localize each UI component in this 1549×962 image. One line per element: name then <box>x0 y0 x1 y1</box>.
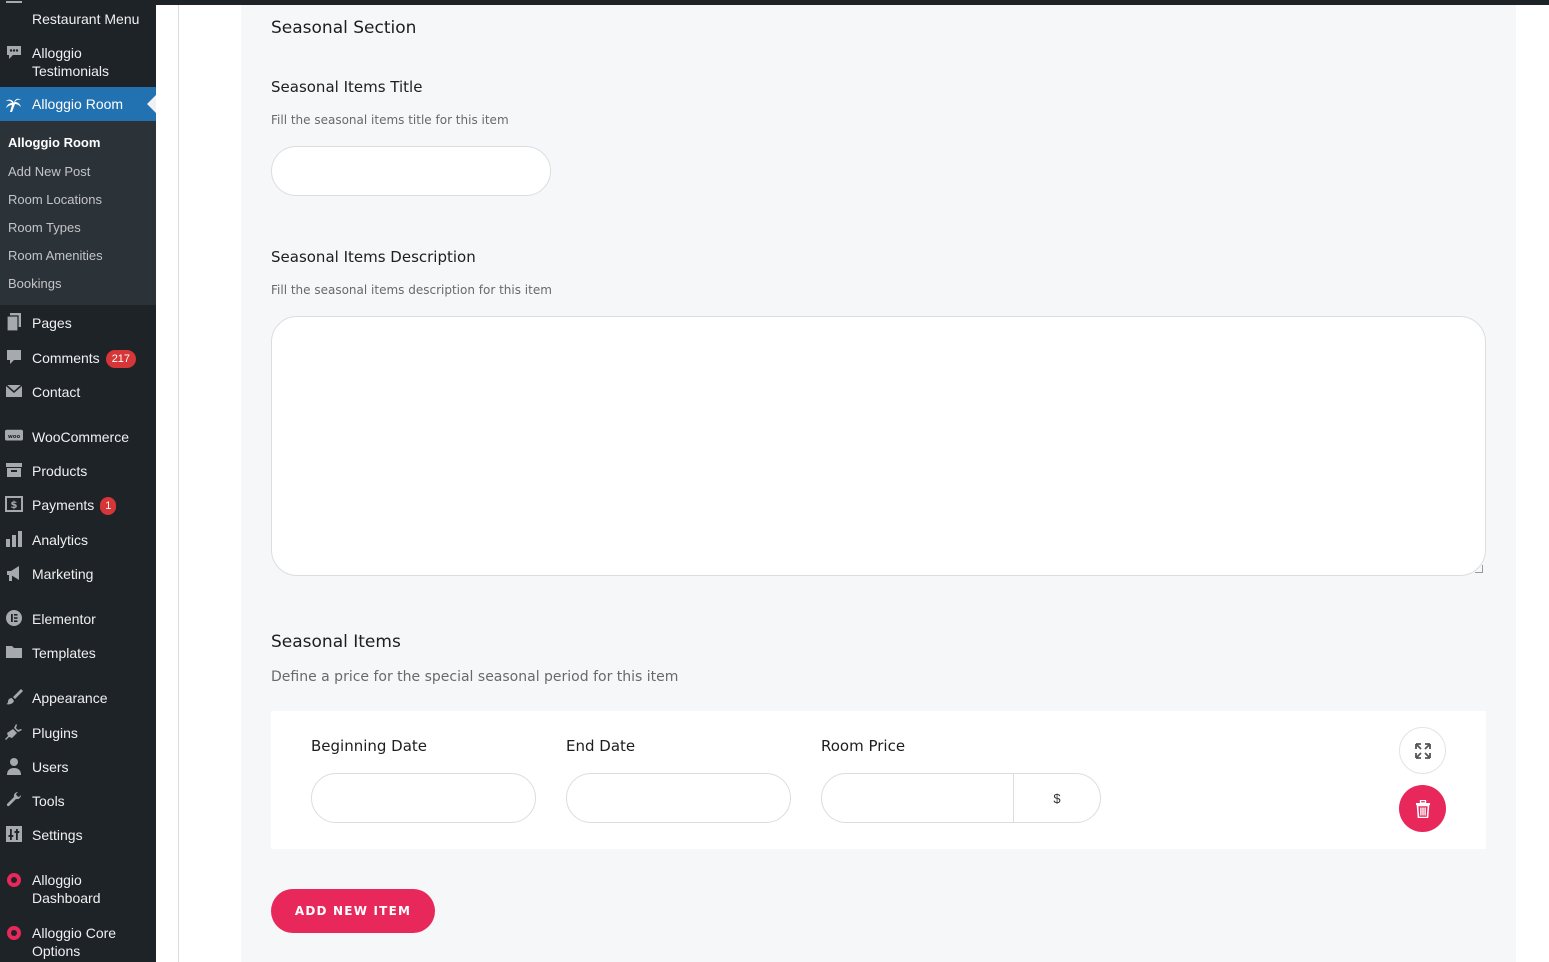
woocommerce-icon: woo <box>5 427 23 445</box>
sidebar-item-analytics[interactable]: Analytics <box>0 530 156 550</box>
admin-sidebar: Restaurant Menu Alloggio Testimonials Al… <box>0 0 156 962</box>
sidebar-item-alloggio-core-options[interactable]: Alloggio Core Options <box>0 923 156 962</box>
bar-chart-icon <box>5 530 23 548</box>
seasonal-description-label: Seasonal Items Description <box>271 248 476 266</box>
plugin-icon <box>5 723 23 741</box>
seasonal-description-help: Fill the seasonal items description for … <box>271 283 552 297</box>
svg-text:woo: woo <box>8 434 21 440</box>
sidebar-item-comments[interactable]: Comments 217 <box>0 347 156 368</box>
sidebar-item-payments[interactable]: $ Payments 1 <box>0 495 156 515</box>
delete-item-button[interactable] <box>1399 785 1446 832</box>
user-icon <box>5 757 23 775</box>
archive-icon <box>5 461 23 479</box>
svg-text:$: $ <box>11 500 18 511</box>
sidebar-item-elementor[interactable]: Elementor <box>0 609 156 629</box>
sidebar-item-woocommerce[interactable]: woo WooCommerce <box>0 427 156 447</box>
sidebar-item-alloggio-dashboard[interactable]: Alloggio Dashboard <box>0 870 156 910</box>
alloggio-logo-icon <box>5 924 23 942</box>
pages-icon <box>5 313 23 331</box>
megaphone-icon <box>5 564 23 582</box>
sidebar-item-appearance[interactable]: Appearance <box>0 688 156 708</box>
add-new-item-button[interactable]: ADD NEW ITEM <box>271 889 435 933</box>
expand-item-button[interactable] <box>1399 727 1446 774</box>
mail-icon <box>5 382 23 400</box>
sidebar-item-plugins[interactable]: Plugins <box>0 723 156 743</box>
submenu-item-add-new-post[interactable]: Add New Post <box>8 164 90 179</box>
sidebar-item-contact[interactable]: Contact <box>0 382 156 402</box>
submenu-item-room-locations[interactable]: Room Locations <box>8 192 102 207</box>
folder-icon <box>5 643 23 661</box>
payments-label: Payments <box>32 497 95 513</box>
room-price-input[interactable]: $ <box>821 773 1101 823</box>
sidebar-item-alloggio-testimonials[interactable]: Alloggio Testimonials <box>0 43 156 83</box>
end-date-label: End Date <box>566 737 636 755</box>
expand-icon <box>1414 742 1431 759</box>
settings-icon <box>5 825 23 843</box>
seasonal-title-input[interactable] <box>271 146 551 196</box>
submenu-item-room-types[interactable]: Room Types <box>8 220 81 235</box>
restaurant-menu-icon <box>5 0 23 14</box>
currency-suffix: $ <box>1013 774 1100 822</box>
room-price-label: Room Price <box>821 737 906 755</box>
sidebar-item-restaurant-menu[interactable]: Restaurant Menu <box>0 0 156 28</box>
dollar-icon: $ <box>5 495 23 513</box>
end-date-input[interactable] <box>566 773 791 823</box>
sidebar-item-pages[interactable]: Pages <box>0 313 156 333</box>
submenu-item-bookings[interactable]: Bookings <box>8 276 61 291</box>
sidebar-item-settings[interactable]: Settings <box>0 825 156 845</box>
section-title: Seasonal Section <box>271 18 417 38</box>
beginning-date-label: Beginning Date <box>311 737 428 755</box>
beginning-date-input[interactable] <box>311 773 536 823</box>
comments-label: Comments <box>32 350 100 366</box>
sidebar-item-alloggio-room[interactable]: Alloggio Room <box>0 87 156 121</box>
palm-tree-icon <box>5 95 23 113</box>
alloggio-room-submenu: Alloggio Room Add New Post Room Location… <box>0 121 156 305</box>
comments-icon <box>5 348 23 366</box>
paintbrush-icon <box>5 688 23 706</box>
sidebar-item-products[interactable]: Products <box>0 461 156 481</box>
elementor-icon <box>5 609 23 627</box>
content-divider <box>178 5 179 962</box>
testimonials-icon <box>5 43 23 61</box>
sidebar-item-tools[interactable]: Tools <box>0 791 156 811</box>
resize-handle[interactable] <box>1475 565 1483 573</box>
seasonal-title-label: Seasonal Items Title <box>271 78 423 96</box>
seasonal-description-textarea[interactable] <box>271 316 1486 576</box>
submenu-item-alloggio-room[interactable]: Alloggio Room <box>8 135 100 150</box>
seasonal-items-description: Define a price for the special seasonal … <box>271 669 679 685</box>
seasonal-title-description: Fill the seasonal items title for this i… <box>271 113 509 127</box>
sidebar-item-marketing[interactable]: Marketing <box>0 564 156 584</box>
comments-count-badge: 217 <box>105 350 137 368</box>
payments-count-badge: 1 <box>100 497 117 515</box>
trash-icon <box>1415 799 1430 818</box>
submenu-item-room-amenities[interactable]: Room Amenities <box>8 248 103 263</box>
wrench-icon <box>5 791 23 809</box>
seasonal-items-label: Seasonal Items <box>271 632 401 652</box>
sidebar-item-users[interactable]: Users <box>0 757 156 777</box>
alloggio-logo-icon <box>5 871 23 889</box>
sidebar-item-templates[interactable]: Templates <box>0 643 156 663</box>
